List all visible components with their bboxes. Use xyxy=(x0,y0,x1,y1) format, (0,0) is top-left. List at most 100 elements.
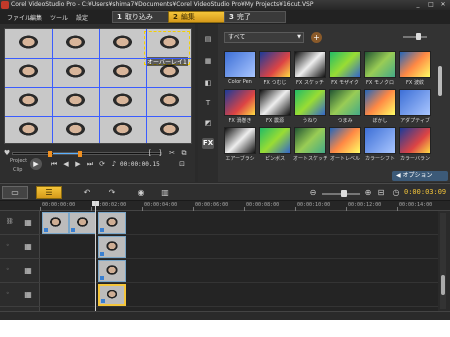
clock-icon: ◷ xyxy=(392,188,400,197)
mark-in-icon[interactable]: [ xyxy=(146,149,154,157)
timeline-toolbar: ▭ ☰ ↶ ↷ ◉ ▥ ⊖ ⊕ ⊟ ◷ 0:00:03:09 xyxy=(0,183,450,201)
filter-thumbnail[interactable] xyxy=(399,51,431,78)
filter-thumbnail[interactable] xyxy=(329,51,361,78)
sound-mixer-icon[interactable]: ▥ xyxy=(159,187,171,199)
clip-marker xyxy=(100,276,104,280)
timeline-ruler[interactable]: 00:00:00:00 00:00:02:00 00:00:04:00 00:00:0… xyxy=(0,201,450,211)
menu-tools[interactable]: ツール xyxy=(50,13,68,22)
filter-thumbnail[interactable] xyxy=(364,89,396,116)
record-capture-icon[interactable]: ◉ xyxy=(135,187,147,199)
preview-window[interactable]: オーバーレイ1 xyxy=(4,28,192,144)
instant-project-icon[interactable]: ▦ xyxy=(202,56,214,67)
previous-frame-icon[interactable]: ◀ xyxy=(62,160,70,168)
mark-out-icon[interactable]: ] xyxy=(156,149,164,157)
window-title: Corel VideoStudio Pro - C:¥Users¥shima7¥… xyxy=(11,1,314,8)
trim-end-marker[interactable] xyxy=(78,151,82,157)
filter-thumbnail[interactable] xyxy=(294,51,326,78)
scrub-bar[interactable] xyxy=(12,152,162,155)
zoom-out-timeline-icon[interactable]: ⊖ xyxy=(308,187,318,199)
transition-icon[interactable]: ◧ xyxy=(202,78,214,89)
overlay-clip[interactable] xyxy=(98,260,126,282)
category-dropdown[interactable]: すべて ▼ xyxy=(224,32,304,43)
maximize-button[interactable]: □ xyxy=(425,1,437,9)
library-scrollbar[interactable] xyxy=(438,66,442,96)
undo-icon[interactable]: ↶ xyxy=(82,187,92,199)
home-icon[interactable]: ⏮ xyxy=(50,160,58,168)
video-clip[interactable] xyxy=(98,212,126,234)
step-tab-share[interactable]: 3 完了 xyxy=(224,11,286,23)
filter-name: FX モノクロ xyxy=(366,80,394,86)
overlay-track-2-header[interactable]: ◦ ▦ xyxy=(0,259,40,283)
step-tab-capture[interactable]: 1 取り込み xyxy=(112,11,174,23)
visibility-icon[interactable]: ◦ xyxy=(6,290,10,297)
filter-thumbnail[interactable] xyxy=(329,127,361,154)
timeline-zoom-knob[interactable] xyxy=(341,190,347,197)
clip-mode-label[interactable]: Clip xyxy=(13,167,22,173)
repeat-icon[interactable]: ⟳ xyxy=(98,160,106,168)
menu-edit[interactable]: 編集 xyxy=(30,13,42,22)
filter-thumbnail[interactable] xyxy=(224,127,256,154)
filter-thumbnail[interactable] xyxy=(364,127,396,154)
filter-thumbnail[interactable] xyxy=(364,51,396,78)
zoom-out-icon[interactable]: ⊡ xyxy=(178,160,186,168)
filter-thumbnail[interactable] xyxy=(294,89,326,116)
filter-thumbnail[interactable] xyxy=(259,51,291,78)
overlay-track-1[interactable] xyxy=(40,235,438,259)
video-track-header[interactable]: ⛓ ▦ xyxy=(0,211,40,235)
storyboard-view-button[interactable]: ▭ xyxy=(2,186,28,199)
link-icon[interactable]: ⛓ xyxy=(6,218,14,225)
filter-thumbnail[interactable] xyxy=(224,89,256,116)
clip-marker xyxy=(101,299,105,303)
thumbnail-size-slider[interactable] xyxy=(403,36,427,38)
play-button[interactable]: ▶ xyxy=(30,158,42,170)
filter-name: つまみ xyxy=(337,118,353,124)
overlay-track-3-header[interactable]: ◦ ▦ xyxy=(0,283,40,307)
next-frame-icon[interactable]: ▶ xyxy=(74,160,82,168)
overlay-clip[interactable] xyxy=(98,236,126,258)
preview-timecode[interactable]: 00:00:00.15 xyxy=(120,161,160,168)
close-button[interactable]: ✕ xyxy=(437,1,449,9)
filter-thumbnail[interactable] xyxy=(294,127,326,154)
zoom-in-timeline-icon[interactable]: ⊕ xyxy=(363,187,373,199)
filter-thumbnail[interactable] xyxy=(259,127,291,154)
visibility-icon[interactable]: ◦ xyxy=(6,266,10,273)
split-clip-icon[interactable]: ✂ xyxy=(168,149,176,157)
timeline-view-button[interactable]: ☰ xyxy=(36,186,62,199)
title-icon[interactable]: T xyxy=(202,98,214,109)
trim-start-marker[interactable] xyxy=(48,151,52,157)
end-icon[interactable]: ⏭ xyxy=(86,160,94,168)
filter-thumbnail[interactable] xyxy=(399,89,431,116)
video-clip[interactable] xyxy=(42,212,69,234)
video-frame-tile xyxy=(99,87,146,116)
redo-icon[interactable]: ↷ xyxy=(107,187,117,199)
timeline-horizontal-scrollbar[interactable] xyxy=(0,311,450,320)
filter-name: FX 渦巻き xyxy=(228,118,252,124)
overlay-clip-selected[interactable] xyxy=(98,284,126,306)
step-tab-edit[interactable]: 2 編集 xyxy=(168,11,230,23)
overlay-track-2[interactable] xyxy=(40,259,438,283)
fit-project-icon[interactable]: ⊟ xyxy=(376,187,386,199)
timeline-scroll-thumb[interactable] xyxy=(441,275,445,295)
project-mode-label[interactable]: Project xyxy=(10,158,27,164)
menu-settings[interactable]: 設定 xyxy=(76,13,88,22)
media-folder-icon[interactable]: ▤ xyxy=(202,34,214,45)
overlay-track-3[interactable] xyxy=(40,283,438,307)
overlay-track-1-header[interactable]: ◦ ▦ xyxy=(0,235,40,259)
visibility-icon[interactable]: ◦ xyxy=(6,242,10,249)
options-button[interactable]: ◀ オプション xyxy=(392,171,448,181)
heart-icon[interactable]: ♥ xyxy=(3,149,11,157)
filter-thumbnail[interactable] xyxy=(259,89,291,116)
video-track[interactable] xyxy=(40,211,438,235)
add-filter-button[interactable]: + xyxy=(311,32,322,43)
enlarge-preview-icon[interactable]: ⧉ xyxy=(180,149,188,157)
video-clip[interactable] xyxy=(69,212,96,234)
filter-thumbnail[interactable] xyxy=(399,127,431,154)
volume-icon[interactable]: ♪ xyxy=(110,160,118,168)
graphic-icon[interactable]: ◩ xyxy=(202,118,214,129)
filter-thumbnail[interactable] xyxy=(224,51,256,78)
filter-thumbnail[interactable] xyxy=(329,89,361,116)
filter-fx-icon[interactable]: FX xyxy=(202,138,214,149)
menu-file[interactable]: ファイル xyxy=(7,13,31,22)
thumbnail-size-knob[interactable] xyxy=(416,33,421,40)
minimize-button[interactable]: _ xyxy=(412,1,424,9)
